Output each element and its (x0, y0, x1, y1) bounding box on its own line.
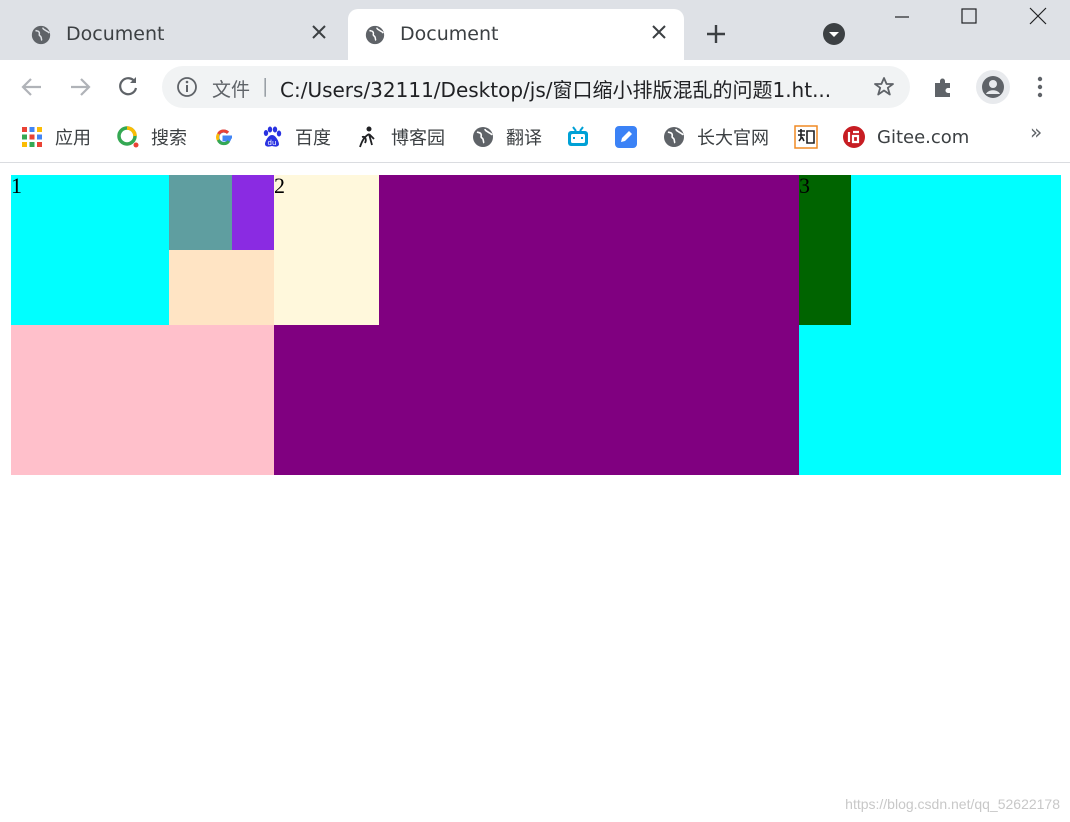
globe-icon (664, 127, 684, 147)
tab-document-1[interactable]: Document (14, 9, 344, 60)
bookmark-bilibili[interactable] (566, 122, 590, 152)
browser-toolbar: 文件 | C:/Users/32111/Desktop/js/窗口缩小排版混乱的… (0, 60, 1070, 114)
bookmark-star-icon[interactable] (872, 75, 896, 99)
omnibox-separator: | (262, 75, 269, 97)
bookmarks-overflow-chevron[interactable]: » (1030, 120, 1042, 144)
globe-icon (473, 127, 493, 147)
more-menu-icon[interactable] (1027, 74, 1053, 100)
close-window-icon[interactable] (1026, 4, 1050, 28)
zhihu-icon (794, 125, 818, 149)
file-scheme-label: 文件 (212, 79, 251, 101)
bookmark-search[interactable]: 搜索 (116, 122, 187, 152)
tab-document-2[interactable]: Document (348, 9, 684, 60)
forward-arrow-icon[interactable] (67, 74, 93, 100)
minimize-window-icon[interactable] (890, 4, 914, 28)
search-logo-icon (117, 126, 139, 148)
block-purple-lower (274, 325, 799, 475)
bookmark-gitee[interactable]: Gitee.com (842, 122, 969, 152)
watermark-text: https://blog.csdn.net/qq_52622178 (845, 796, 1060, 812)
block-small-bisque (169, 250, 274, 325)
bookmarks-bar: 应用 搜索 du 百度 博客园 翻译 长大官网 Gitee.com (0, 114, 1070, 163)
svg-text:du: du (268, 139, 277, 147)
block-1: 1 (11, 175, 169, 325)
block-purple (379, 175, 799, 325)
block-small-cadet (169, 175, 232, 250)
bookmark-note[interactable] (614, 122, 638, 152)
gitee-icon (843, 126, 865, 148)
reload-icon[interactable] (115, 74, 141, 100)
maximize-window-icon[interactable] (957, 4, 981, 28)
tab-title: Document (400, 23, 499, 45)
cnblogs-icon (359, 126, 375, 148)
tab-search-icon[interactable] (822, 22, 846, 46)
block-right-cyan (851, 175, 1061, 325)
close-tab-icon[interactable] (650, 23, 668, 41)
back-arrow-icon[interactable] (19, 74, 45, 100)
page-viewport: 1 2 3 (0, 163, 1070, 822)
bookmark-translate[interactable]: 翻译 (471, 122, 542, 152)
baidu-icon: du (263, 126, 282, 147)
new-tab-plus-icon[interactable] (704, 22, 728, 46)
bookmark-apps[interactable]: 应用 (20, 122, 91, 152)
bookmark-google[interactable] (212, 122, 236, 152)
bookmark-zhihu[interactable] (794, 122, 818, 152)
bookmark-school[interactable]: 长大官网 (662, 122, 769, 152)
globe-icon (365, 25, 385, 45)
address-bar[interactable]: 文件 | C:/Users/32111/Desktop/js/窗口缩小排版混乱的… (162, 66, 910, 108)
block-right-cyan-lower (799, 325, 1061, 475)
info-icon[interactable] (176, 76, 198, 98)
bilibili-icon (568, 126, 588, 146)
apps-grid-icon (22, 127, 42, 147)
bookmark-baidu[interactable]: du 百度 (260, 122, 331, 152)
close-tab-icon[interactable] (310, 23, 328, 41)
google-icon (216, 129, 232, 146)
block-3: 3 (799, 175, 851, 325)
note-icon (615, 126, 637, 148)
profile-avatar[interactable] (976, 70, 1010, 104)
globe-icon (31, 25, 51, 45)
block-pink (11, 325, 274, 475)
tab-strip: Document Document (0, 0, 1070, 60)
url-text[interactable]: C:/Users/32111/Desktop/js/窗口缩小排版混乱的问题1.h… (280, 74, 831, 103)
tab-title: Document (66, 23, 165, 45)
account-icon (982, 76, 1004, 98)
block-small-violet (232, 175, 274, 250)
extensions-puzzle-icon[interactable] (931, 74, 957, 100)
bookmark-cnblogs[interactable]: 博客园 (356, 122, 445, 152)
block-2: 2 (274, 175, 379, 325)
